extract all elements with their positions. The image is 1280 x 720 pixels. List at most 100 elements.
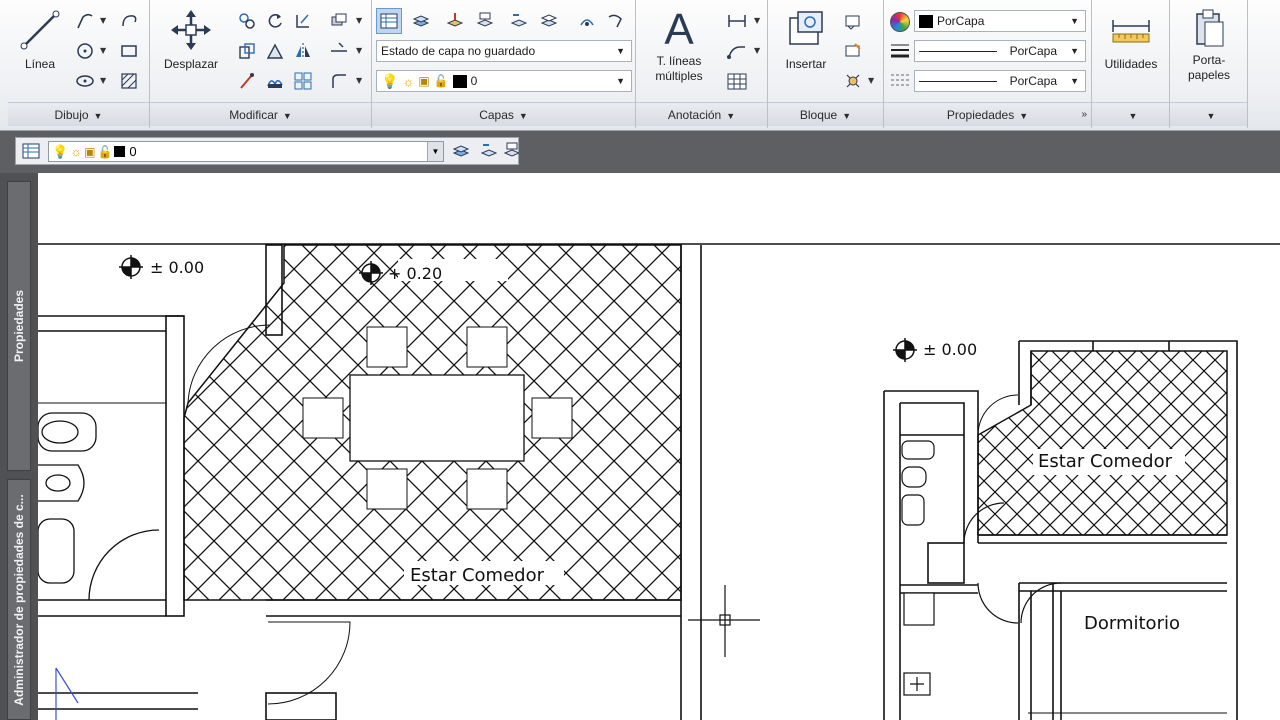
layer-previous-icon[interactable] <box>506 8 532 34</box>
utilities-dropdown-icon[interactable]: ▼ <box>1129 111 1138 121</box>
level-label: ± 0.00 <box>923 340 977 359</box>
panel-title-portapapeles[interactable]: ▼ <box>1170 102 1247 126</box>
offset-dropdown-icon[interactable]: ▼ <box>356 76 362 85</box>
panel-bloque: Insertar ▼ Bloque ▼ <box>768 0 884 128</box>
room-label: Dormitorio <box>1084 613 1180 634</box>
panel-utilidades: Utilidades ▼ <box>1092 0 1170 128</box>
make-current-layer-icon[interactable] <box>442 8 468 34</box>
polyline-icon[interactable] <box>72 8 98 34</box>
array-icon[interactable] <box>262 68 288 94</box>
explode-dropdown-icon[interactable]: ▼ <box>356 46 362 55</box>
stretch-icon[interactable] <box>234 38 260 64</box>
panel-propiedades: PorCapa ▼ PorCapa ▼ PorCapa ▼ Propiedades ▼ … <box>884 0 1092 128</box>
layer-states-icon[interactable] <box>408 8 434 34</box>
drawing-area: Propiedades Administrador de propiedades… <box>0 173 1280 720</box>
ellipse-icon[interactable] <box>72 68 98 94</box>
sun-icon: ☼ <box>402 73 415 89</box>
fillet-icon[interactable] <box>234 68 260 94</box>
layer-isolate-icon[interactable] <box>536 8 562 34</box>
grid-array-icon[interactable] <box>290 68 316 94</box>
explode-icon[interactable] <box>326 38 352 64</box>
color-swatch <box>919 14 933 28</box>
autocad-window: Línea ▼ ▼ ▼ Dibujo ▼ Desplazar ▼ ▼ ▼ Mod… <box>0 0 1280 720</box>
panel-title-capas[interactable]: Capas ▼ <box>372 102 635 126</box>
clipboard-icon <box>1196 9 1224 47</box>
layer-match-icon[interactable] <box>472 8 498 34</box>
erase-icon[interactable] <box>326 8 352 34</box>
make-object-layer-current-icon[interactable] <box>448 138 474 164</box>
panel-title-propiedades[interactable]: Propiedades ▼ » <box>884 102 1091 126</box>
block-attribute-dropdown-icon[interactable]: ▼ <box>868 76 874 85</box>
scale-icon[interactable] <box>262 38 288 64</box>
palette-sidebar: Propiedades Administrador de propiedades… <box>0 173 38 720</box>
panel-modificar: Desplazar ▼ ▼ ▼ Modificar ▼ <box>150 0 372 128</box>
bulb-icon: 💡 <box>52 143 69 159</box>
color-wheel-icon <box>890 12 910 32</box>
line-icon <box>20 10 60 50</box>
room-label: Estar Comedor <box>410 565 545 586</box>
property-manager-palette-tab[interactable]: Administrador de propiedades de c... <box>7 479 31 720</box>
leader-dropdown-icon[interactable]: ▼ <box>754 46 760 55</box>
line-button[interactable]: Línea <box>14 8 66 72</box>
circle-icon[interactable] <box>72 38 98 64</box>
panel-title-bloque[interactable]: Bloque ▼ <box>768 102 883 126</box>
block-attribute-icon[interactable] <box>840 68 866 94</box>
hatch-icon[interactable] <box>116 68 142 94</box>
panel-title-modificar[interactable]: Modificar ▼ <box>150 102 371 126</box>
offset-icon[interactable] <box>326 68 352 94</box>
utilities-label: Utilidades <box>1104 57 1158 71</box>
arc-icon[interactable] <box>116 8 142 34</box>
panel-dibujo: Línea ▼ ▼ ▼ Dibujo ▼ <box>8 0 150 128</box>
layer-properties-icon[interactable] <box>376 8 402 34</box>
ellipse-dropdown-icon[interactable]: ▼ <box>100 76 106 85</box>
freeze-viewport-icon: ▣ <box>418 74 430 88</box>
measure-icon <box>1112 20 1150 43</box>
panel-capas: Estado de capa no guardado ▼ 💡 ☼ ▣ 🔓 0 ▼ C… <box>372 0 636 128</box>
floor-plan-drawing[interactable]: ± 0.00 + 0.20 Estar Comedor ± 0.00 Estar… <box>38 173 1280 720</box>
leader-icon[interactable] <box>724 38 750 64</box>
table-icon[interactable] <box>724 68 750 94</box>
panel-title-dibujo[interactable]: Dibujo ▼ <box>8 102 149 126</box>
linetype-combo[interactable]: PorCapa ▼ <box>914 70 1086 92</box>
color-combo[interactable]: PorCapa ▼ <box>914 10 1086 32</box>
insert-label: Insertar <box>785 57 827 71</box>
polyline-dropdown-icon[interactable]: ▼ <box>100 16 106 25</box>
layer-combo-ribbon[interactable]: 💡 ☼ ▣ 🔓 0 ▼ <box>376 70 632 92</box>
trim-icon[interactable] <box>290 8 316 34</box>
rotate-icon[interactable] <box>262 8 288 34</box>
properties-palette-tab[interactable]: Propiedades <box>7 181 31 471</box>
layer-color-swatch <box>452 74 467 88</box>
move-button[interactable]: Desplazar <box>156 8 226 72</box>
edit-block-icon[interactable] <box>840 38 866 64</box>
lineweight-combo[interactable]: PorCapa ▼ <box>914 40 1086 62</box>
layer-off-icon[interactable] <box>574 8 600 34</box>
create-block-icon[interactable] <box>840 8 866 34</box>
bulb-icon: 💡 <box>381 72 399 89</box>
utilities-button[interactable]: Utilidades <box>1096 12 1166 72</box>
panel-launcher-icon[interactable]: » <box>1081 103 1087 127</box>
layer-freeze-icon[interactable] <box>602 8 628 34</box>
panel-portapapeles: Porta- papeles ▼ <box>1170 0 1248 128</box>
mtext-button[interactable]: A T. líneas múltiples <box>644 6 714 84</box>
rectangle-icon[interactable] <box>116 38 142 64</box>
clipboard-button[interactable]: Porta- papeles <box>1174 8 1244 83</box>
text-icon: A <box>664 5 694 54</box>
erase-dropdown-icon[interactable]: ▼ <box>356 16 362 25</box>
layer-combo-dropdown-icon[interactable]: ▼ <box>427 142 443 161</box>
layer-manager-icon[interactable] <box>18 138 44 164</box>
dimension-icon[interactable] <box>724 8 750 34</box>
layer-state-toolbar-icon[interactable] <box>502 138 520 164</box>
layer-state-combo[interactable]: Estado de capa no guardado ▼ <box>376 40 632 62</box>
panel-title-utilidades[interactable]: ▼ <box>1092 102 1169 126</box>
layer-previous-toolbar-icon[interactable] <box>476 138 502 164</box>
clipboard-dropdown-icon[interactable]: ▼ <box>1207 111 1216 121</box>
panel-title-anotacion[interactable]: Anotación ▼ <box>636 102 767 126</box>
circle-dropdown-icon[interactable]: ▼ <box>100 46 106 55</box>
insert-block-button[interactable]: Insertar <box>772 8 840 72</box>
copy-icon[interactable] <box>234 8 260 34</box>
layer-toolbar: 💡 ☼ ▣ 🔓 0 ▼ <box>0 131 1280 173</box>
layer-combo[interactable]: 💡 ☼ ▣ 🔓 0 ▼ <box>48 141 444 162</box>
dimension-dropdown-icon[interactable]: ▼ <box>754 16 760 25</box>
mirror-icon[interactable] <box>290 38 316 64</box>
level-marker-3: ± 0.00 <box>893 338 977 362</box>
